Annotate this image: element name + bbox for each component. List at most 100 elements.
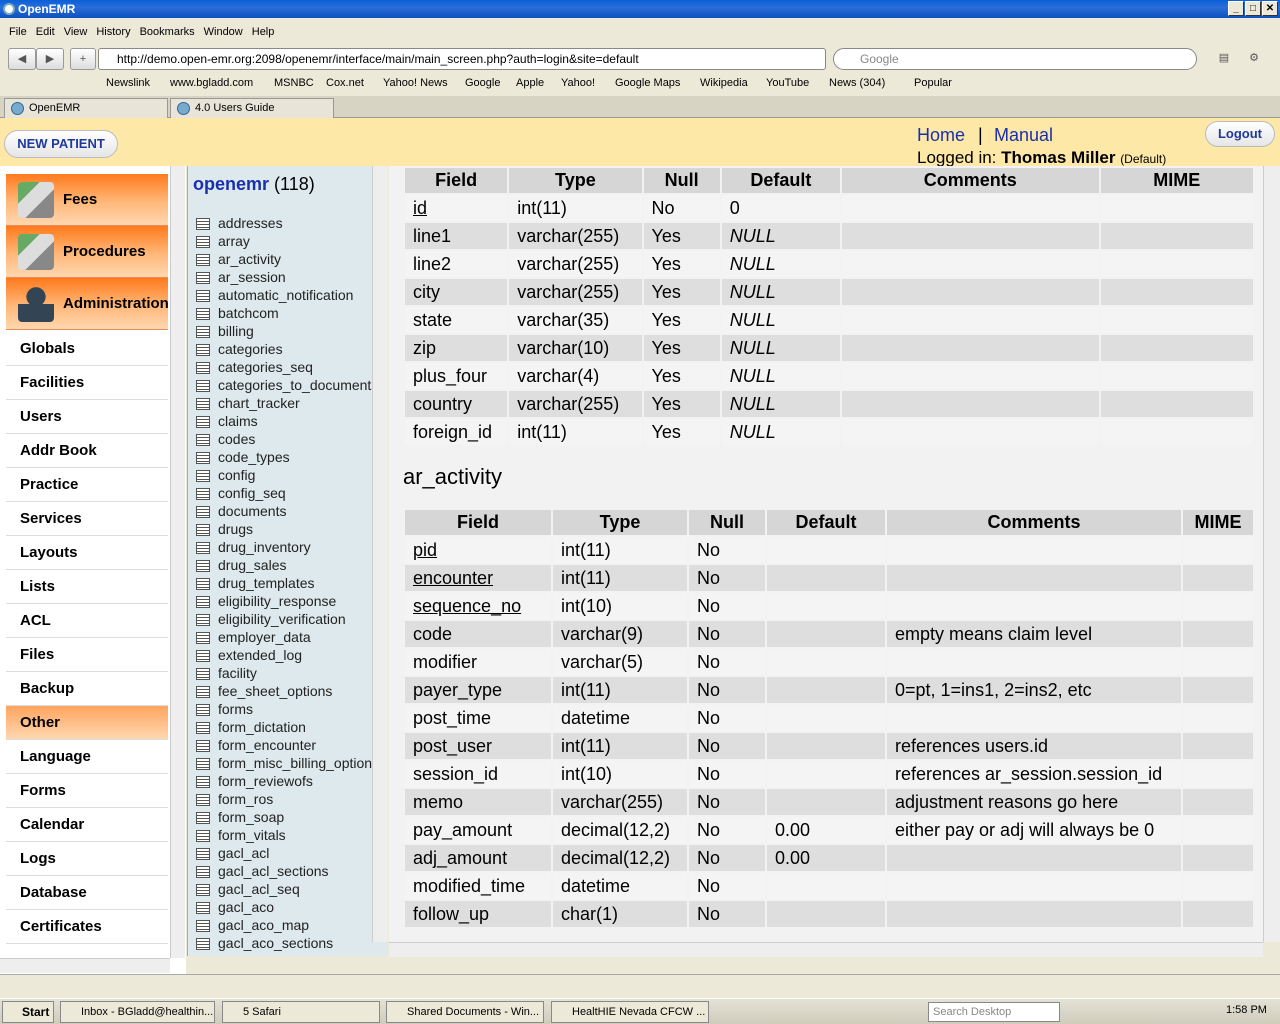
page-icon[interactable]: ▤ (1210, 48, 1238, 70)
tab-openemr[interactable]: OpenEMR (4, 98, 168, 118)
nav-item-certificates[interactable]: Certificates (6, 910, 168, 944)
search-input[interactable]: Google (833, 48, 1197, 70)
table-list-item[interactable]: form_misc_billing_options (196, 754, 380, 772)
taskbar-item[interactable]: HealtHIE Nevada CFCW ... (551, 1001, 709, 1023)
horizontal-scrollbar[interactable] (0, 958, 170, 973)
url-input[interactable]: http://demo.open-emr.org:2098/openemr/in… (98, 48, 826, 70)
taskbar-item[interactable]: Inbox - BGladd@healthin... (60, 1001, 215, 1023)
menu-history[interactable]: History (96, 22, 130, 42)
bookmark-item[interactable]: Yahoo! News (383, 77, 448, 89)
table-list-scrollbar[interactable] (372, 166, 388, 942)
table-list-item[interactable]: batchcom (196, 304, 380, 322)
logout-button[interactable]: Logout (1205, 121, 1275, 147)
table-list-item[interactable]: employer_data (196, 628, 380, 646)
close-button[interactable]: ✕ (1262, 1, 1278, 16)
table-list-item[interactable]: addresses (196, 214, 380, 232)
table-list-item[interactable]: config (196, 466, 380, 484)
table-list-item[interactable]: categories (196, 340, 380, 358)
nav-item-other[interactable]: Other (6, 706, 168, 740)
nav-item-services[interactable]: Services (6, 502, 168, 536)
nav-item-forms[interactable]: Forms (6, 774, 168, 808)
table-list-item[interactable]: form_soap (196, 808, 380, 826)
nav-administration[interactable]: Administration (6, 278, 169, 330)
table-list-item[interactable]: form_encounter (196, 736, 380, 754)
minimize-button[interactable]: _ (1228, 1, 1244, 16)
table-list-item[interactable]: ar_session (196, 268, 380, 286)
bookmark-item[interactable]: Google Maps (615, 77, 680, 89)
field-cell[interactable]: id (405, 195, 508, 221)
back-button[interactable]: ◀ (8, 48, 36, 70)
bookmark-item[interactable]: Cox.net (326, 77, 364, 89)
menu-file[interactable]: File (9, 22, 27, 42)
table-list-item[interactable]: codes (196, 430, 380, 448)
table-list-item[interactable]: drug_templates (196, 574, 380, 592)
table-list-item[interactable]: drug_inventory (196, 538, 380, 556)
field-cell[interactable]: pid (405, 537, 551, 563)
table-list-item[interactable]: gacl_aco (196, 898, 380, 916)
table-list-item[interactable]: documents (196, 502, 380, 520)
menu-view[interactable]: View (64, 22, 88, 42)
nav-item-files[interactable]: Files (6, 638, 168, 672)
nav-item-users[interactable]: Users (6, 400, 168, 434)
table-list-item[interactable]: form_ros (196, 790, 380, 808)
database-link[interactable]: openemr (193, 174, 269, 194)
table-list-item[interactable]: categories_to_documents (196, 376, 380, 394)
nav-item-calendar[interactable]: Calendar (6, 808, 168, 842)
table-list-item[interactable]: fee_sheet_options (196, 682, 380, 700)
table-list-item[interactable]: categories_seq (196, 358, 380, 376)
menu-edit[interactable]: Edit (36, 22, 55, 42)
table-list-item[interactable]: gacl_acl (196, 844, 380, 862)
bookmark-item[interactable]: Newslink (106, 77, 150, 89)
table-list-item[interactable]: facility (196, 664, 380, 682)
bookmark-item[interactable]: Popular (914, 77, 952, 89)
bookmark-item[interactable]: News (304) (829, 77, 885, 89)
table-list-item[interactable]: ar_activity (196, 250, 380, 268)
table-list-item[interactable]: chart_tracker (196, 394, 380, 412)
nav-item-database[interactable]: Database (6, 876, 168, 910)
table-list-item[interactable]: claims (196, 412, 380, 430)
nav-item-lists[interactable]: Lists (6, 570, 168, 604)
bookmark-item[interactable]: Google (465, 77, 500, 89)
nav-item-globals[interactable]: Globals (6, 332, 168, 366)
nav-item-language[interactable]: Language (6, 740, 168, 774)
table-list-item[interactable]: billing (196, 322, 380, 340)
table-list-item[interactable]: gacl_acl_sections (196, 862, 380, 880)
table-list-item[interactable]: gacl_aco_sections (196, 934, 380, 952)
desktop-search-input[interactable]: Search Desktop (928, 1002, 1060, 1022)
manual-link[interactable]: Manual (994, 125, 1053, 146)
forward-button[interactable]: ▶ (36, 48, 64, 70)
add-bookmark-button[interactable]: + (70, 48, 96, 70)
table-list-item[interactable]: forms (196, 700, 380, 718)
table-list-item[interactable]: eligibility_verification (196, 610, 380, 628)
nav-item-practice[interactable]: Practice (6, 468, 168, 502)
table-list-item[interactable]: drug_sales (196, 556, 380, 574)
nav-item-layouts[interactable]: Layouts (6, 536, 168, 570)
maximize-button[interactable]: □ (1245, 1, 1261, 16)
field-cell[interactable]: encounter (405, 565, 551, 591)
field-cell[interactable]: sequence_no (405, 593, 551, 619)
table-list-item[interactable]: drugs (196, 520, 380, 538)
bookmark-item[interactable]: Yahoo! (561, 77, 595, 89)
new-patient-button[interactable]: NEW PATIENT (4, 130, 118, 158)
nav-item-acl[interactable]: ACL (6, 604, 168, 638)
table-list-item[interactable]: form_vitals (196, 826, 380, 844)
table-list-item[interactable]: form_reviewofs (196, 772, 380, 790)
tab-users-guide[interactable]: 4.0 Users Guide (170, 98, 334, 118)
table-list-item[interactable]: array (196, 232, 380, 250)
nav-item-facilities[interactable]: Facilities (6, 366, 168, 400)
nav-fees[interactable]: Fees (6, 174, 168, 226)
home-link[interactable]: Home (917, 125, 965, 146)
table-list-item[interactable]: code_types (196, 448, 380, 466)
nav-item-addr-book[interactable]: Addr Book (6, 434, 168, 468)
table-list-item[interactable]: form_dictation (196, 718, 380, 736)
nav-item-logs[interactable]: Logs (6, 842, 168, 876)
bookmark-item[interactable]: www.bgladd.com (170, 77, 253, 89)
table-list-item[interactable]: eligibility_response (196, 592, 380, 610)
table-list-item[interactable]: config_seq (196, 484, 380, 502)
menu-help[interactable]: Help (252, 22, 275, 42)
taskbar-item[interactable]: 5 Safari (222, 1001, 380, 1023)
taskbar-item[interactable]: Shared Documents - Win... (386, 1001, 544, 1023)
bookmark-item[interactable]: MSNBC (274, 77, 314, 89)
bookmark-item[interactable]: Apple (516, 77, 544, 89)
table-list-item[interactable]: gacl_aco_map (196, 916, 380, 934)
